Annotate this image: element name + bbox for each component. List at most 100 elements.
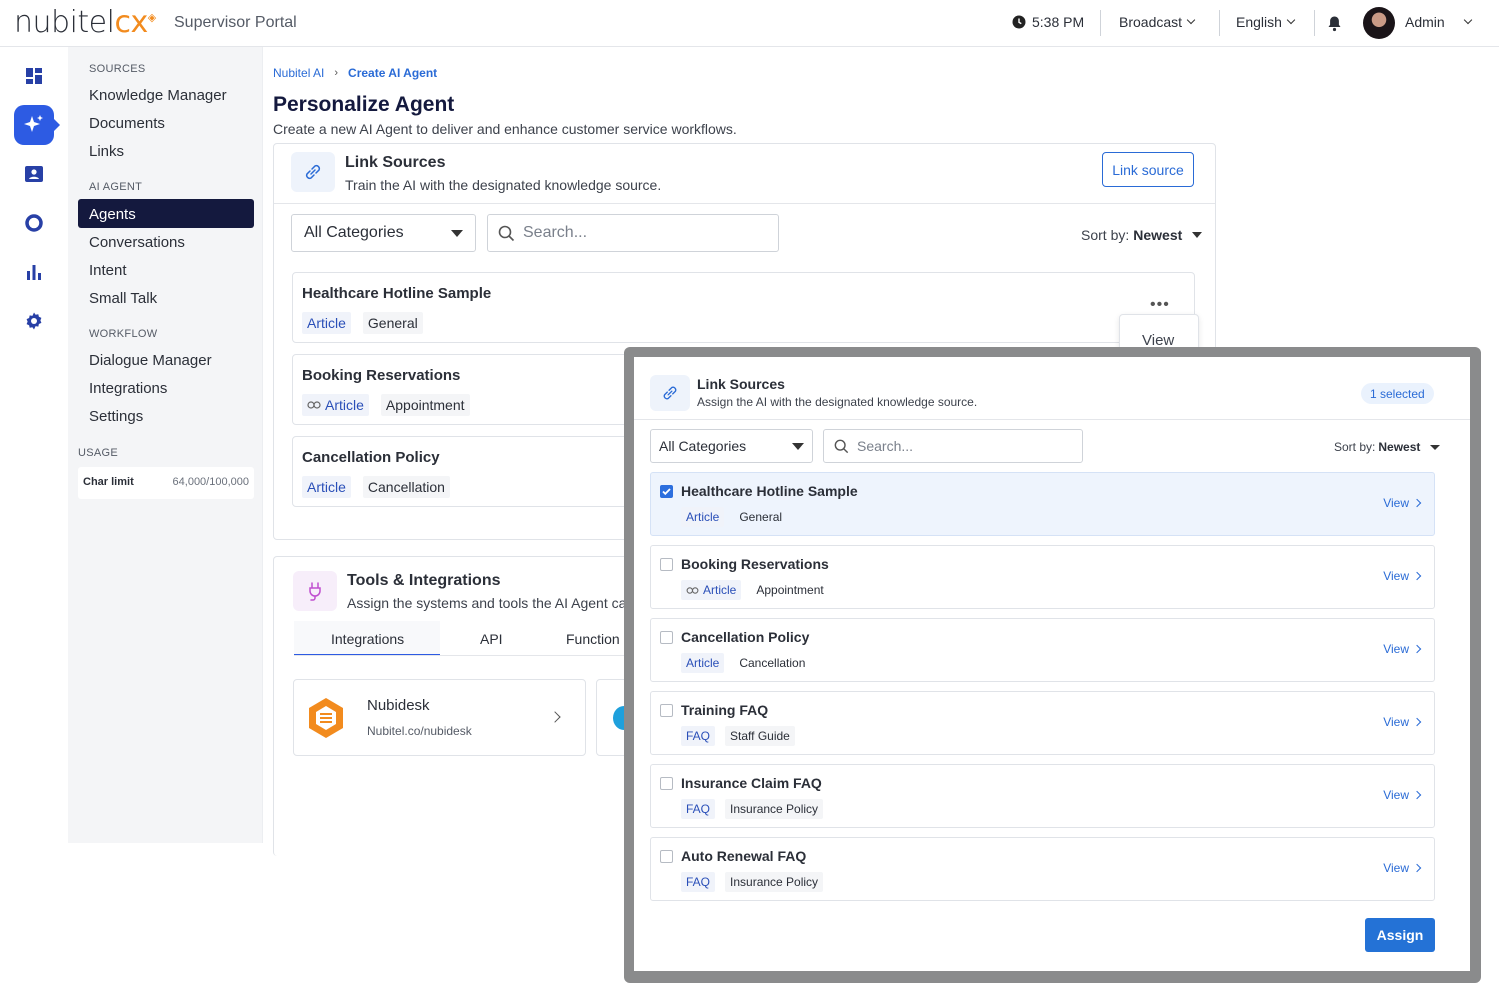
nav-heading-workflow: WORKFLOW	[89, 328, 158, 340]
user-menu[interactable]: Admin	[1405, 14, 1472, 30]
nav-item-integrations[interactable]: Integrations	[89, 380, 167, 397]
divider	[274, 203, 1215, 204]
nav-item-documents[interactable]: Documents	[89, 115, 165, 132]
integration-url: Nubitel.co/nubidesk	[367, 724, 472, 738]
link-source-button[interactable]: Link source	[1102, 152, 1194, 187]
language-label: English	[1236, 14, 1282, 30]
sort-value: Newest	[1378, 440, 1421, 454]
divider	[1100, 10, 1101, 36]
modal-source-item[interactable]: Booking Reservations Article Appointment …	[650, 545, 1435, 609]
modal-source-item[interactable]: Training FAQ FAQ Staff Guide View	[650, 691, 1435, 755]
search-input[interactable]: Search...	[487, 214, 779, 252]
checkbox-checked[interactable]	[660, 485, 673, 498]
language-dropdown[interactable]: English	[1236, 14, 1296, 30]
view-link[interactable]: View	[1383, 788, 1422, 802]
gear-icon[interactable]	[14, 301, 54, 341]
tab-api[interactable]: API	[480, 631, 503, 647]
dashboard-icon[interactable]	[14, 56, 54, 96]
chevron-down-icon	[1186, 15, 1196, 25]
chevron-right-icon	[1412, 571, 1422, 581]
nav-item-links[interactable]: Links	[89, 143, 124, 160]
nav-item-intent[interactable]: Intent	[89, 262, 127, 279]
nav-item-small-talk[interactable]: Small Talk	[89, 290, 157, 307]
nav-heading-sources: SOURCES	[89, 63, 146, 75]
broadcast-dropdown[interactable]: Broadcast	[1119, 14, 1196, 30]
modal-item-title: Healthcare Hotline Sample	[681, 483, 858, 499]
bar-chart-icon[interactable]	[14, 252, 54, 292]
checkbox[interactable]	[660, 777, 673, 790]
category-select-value: All Categories	[659, 438, 747, 454]
modal-item-tags: FAQ Staff Guide	[681, 726, 795, 746]
modal-title: Link Sources	[697, 376, 785, 392]
view-link[interactable]: View	[1383, 496, 1422, 510]
assign-button[interactable]: Assign	[1365, 918, 1435, 952]
type-tag: Article	[681, 653, 725, 673]
breadcrumb-nubitel-ai[interactable]: Nubitel AI	[273, 66, 324, 80]
avatar[interactable]	[1363, 7, 1395, 39]
modal-category-select[interactable]: All Categories	[650, 429, 813, 463]
view-link[interactable]: View	[1383, 715, 1422, 729]
type-tag: Article	[302, 394, 369, 416]
category-tag: General	[739, 510, 783, 524]
caret-down-icon	[1430, 444, 1441, 450]
clock: 5:38 PM	[1012, 14, 1084, 30]
view-link[interactable]: View	[1383, 861, 1422, 875]
nav-item-agents[interactable]: Agents	[89, 206, 136, 223]
search-icon	[834, 439, 849, 453]
checkbox[interactable]	[660, 631, 673, 644]
tab-label: Integrations	[331, 631, 405, 647]
nav-item-dialogue-manager[interactable]: Dialogue Manager	[89, 352, 212, 369]
nav-item-knowledge-manager[interactable]: Knowledge Manager	[89, 87, 227, 104]
category-select[interactable]: All Categories	[291, 214, 476, 252]
tools-subtitle: Assign the systems and tools the AI Agen…	[347, 595, 635, 611]
type-tag: FAQ	[681, 799, 716, 819]
type-tag: FAQ	[681, 726, 716, 746]
contact-card-icon[interactable]	[14, 154, 54, 194]
view-label: View	[1383, 642, 1409, 656]
nav-heading-ai-agent: AI AGENT	[89, 181, 143, 193]
source-item[interactable]	[292, 272, 1195, 343]
modal-source-item[interactable]: Cancellation Policy Article Cancellation …	[650, 618, 1435, 682]
checkbox[interactable]	[660, 558, 673, 571]
modal-sort-dropdown[interactable]: Sort by: Newest	[1334, 440, 1441, 454]
active-indicator	[54, 119, 60, 131]
type-tag: Article	[302, 476, 351, 498]
source-item-title: Healthcare Hotline Sample	[302, 285, 492, 302]
ai-sparkle-icon[interactable]	[14, 105, 54, 145]
source-item-title: Booking Reservations	[302, 367, 461, 384]
type-tag: Article	[681, 580, 742, 600]
logo-cx: cx	[114, 5, 148, 40]
link-sources-subtitle: Train the AI with the designated knowled…	[345, 177, 662, 193]
source-item-title: Cancellation Policy	[302, 449, 440, 466]
modal-item-tags: Article Cancellation	[681, 653, 810, 673]
search-placeholder: Search...	[523, 224, 588, 241]
broadcast-label: Broadcast	[1119, 14, 1183, 30]
modal-item-title: Insurance Claim FAQ	[681, 775, 822, 791]
checkbox[interactable]	[660, 704, 673, 717]
link-icon	[291, 152, 335, 192]
nav-item-settings[interactable]: Settings	[89, 408, 143, 425]
view-label: View	[1383, 715, 1409, 729]
modal-source-item[interactable]: Insurance Claim FAQ FAQ Insurance Policy …	[650, 764, 1435, 828]
checkbox[interactable]	[660, 850, 673, 863]
more-options-icon[interactable]: •••	[1150, 296, 1170, 314]
modal-subtitle: Assign the AI with the designated knowle…	[697, 395, 978, 409]
chevron-down-icon	[1286, 15, 1296, 25]
tab-integrations[interactable]: Integrations	[294, 621, 440, 656]
view-link[interactable]: View	[1383, 569, 1422, 583]
view-link[interactable]: View	[1383, 642, 1422, 656]
breadcrumb-create-ai-agent[interactable]: Create AI Agent	[348, 66, 437, 80]
app-logo[interactable]: nubitelcx◈	[14, 5, 156, 40]
sort-dropdown[interactable]: Sort by: Newest	[1081, 227, 1203, 243]
modal-source-item[interactable]: Healthcare Hotline Sample Article General…	[650, 472, 1435, 536]
tab-function[interactable]: Function	[566, 631, 620, 647]
notifications-bell-icon[interactable]	[1327, 15, 1342, 37]
chevron-right-icon	[1412, 790, 1422, 800]
circle-icon[interactable]	[14, 203, 54, 243]
modal-source-item[interactable]: Auto Renewal FAQ FAQ Insurance Policy Vie…	[650, 837, 1435, 901]
modal-search-input[interactable]: Search...	[823, 429, 1083, 463]
category-tag: Appointment	[380, 394, 470, 416]
char-limit-label: Char limit	[83, 476, 134, 488]
nav-item-conversations[interactable]: Conversations	[89, 234, 185, 251]
page-title: Personalize Agent	[273, 93, 455, 116]
